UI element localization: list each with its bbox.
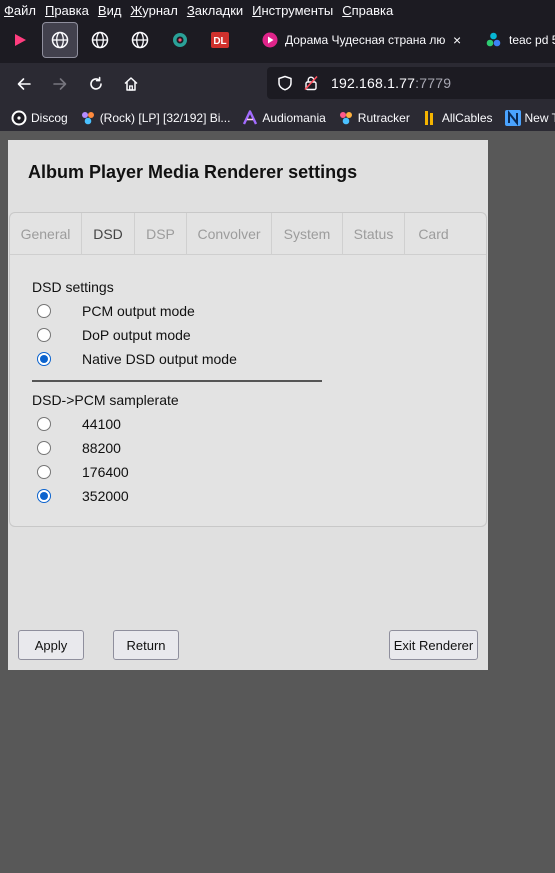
radio-samplerate-352000[interactable]: 352000 (37, 486, 129, 506)
bookmark-discog[interactable]: Discog (11, 110, 68, 126)
menu-tools[interactable]: Инструменты (252, 3, 333, 18)
home-icon (124, 77, 138, 91)
tab-system[interactable]: System (272, 213, 343, 255)
url-text: 192.168.1.77:7779 (331, 75, 452, 91)
bookmark-allcables[interactable]: AllCables (422, 110, 493, 126)
menu-bookmarks[interactable]: Закладки (187, 3, 243, 18)
tab-general[interactable]: General (10, 213, 82, 255)
url-bar[interactable]: 192.168.1.77:7779 (267, 67, 555, 99)
pinned-tab-dl[interactable]: DL (202, 22, 238, 58)
tab-bar: DL Дорама Чудесная страна люб × teac pd … (0, 21, 555, 63)
radio-pcm-output[interactable]: PCM output mode (37, 301, 195, 321)
tab-card[interactable]: Card (405, 213, 462, 255)
arrow-left-icon (17, 78, 31, 90)
bookmark-new[interactable]: New Te (504, 109, 555, 126)
pinned-tab-active[interactable] (42, 22, 78, 58)
return-button[interactable]: Return (113, 630, 179, 660)
back-button[interactable] (9, 69, 39, 99)
nav-bar: 192.168.1.77:7779 (0, 63, 555, 104)
close-icon[interactable]: × (453, 32, 461, 48)
radio-button[interactable] (37, 328, 51, 342)
tab-convolver[interactable]: Convolver (187, 213, 272, 255)
menu-bar: Файл Правка Вид Журнал Закладки Инструме… (0, 0, 555, 21)
site-logo-icon (173, 33, 187, 47)
exit-renderer-button[interactable]: Exit Renderer (389, 630, 478, 660)
radio-samplerate-44100[interactable]: 44100 (37, 414, 121, 434)
radio-button[interactable] (37, 304, 51, 318)
play-icon (15, 34, 26, 46)
radio-button[interactable] (37, 441, 51, 455)
radio-button[interactable] (37, 417, 51, 431)
tab-teac[interactable]: teac pd 5 (486, 23, 555, 57)
bookmark-audiomania[interactable]: Audiomania (242, 109, 326, 126)
apply-button[interactable]: Apply (18, 630, 84, 660)
reload-icon (90, 76, 102, 90)
bookmark-rock-lp[interactable]: (Rock) [LP] [32/192] Bi... (80, 110, 230, 126)
page-title: Album Player Media Renderer settings (28, 162, 358, 182)
tabs-container: General DSD DSP Convolver System Status … (9, 212, 487, 527)
bookmarks-toolbar: Discog (Rock) [LP] [32/192] Bi... Audiom… (0, 104, 555, 131)
pinned-tab-site[interactable] (162, 22, 198, 58)
svg-text:DL: DL (213, 36, 226, 47)
rutracker-icon (81, 111, 94, 124)
tab-dorama[interactable]: Дорама Чудесная страна люб × (262, 23, 466, 57)
menu-edit[interactable]: Правка (45, 3, 89, 18)
dsd-settings-label: DSD settings (32, 279, 114, 295)
menu-history[interactable]: Журнал (130, 3, 177, 18)
radio-button[interactable] (37, 465, 51, 479)
vinyl-icon (11, 110, 27, 125)
radio-button-checked[interactable] (37, 352, 51, 366)
radio-samplerate-88200[interactable]: 88200 (37, 438, 121, 458)
tab-status[interactable]: Status (343, 213, 405, 255)
radio-native-dsd-output[interactable]: Native DSD output mode (37, 349, 237, 369)
dots-logo-icon (486, 32, 501, 47)
dl-logo-icon: DL (211, 32, 229, 48)
rutracker-icon (339, 111, 352, 124)
home-button[interactable] (116, 69, 146, 99)
insecure-lock-icon (304, 75, 318, 91)
forward-button[interactable] (45, 69, 75, 99)
arrow-right-icon (53, 78, 67, 90)
menu-help[interactable]: Справка (342, 3, 393, 18)
settings-panel: Album Player Media Renderer settings Gen… (8, 140, 488, 670)
tab-title: teac pd 5 (509, 33, 555, 47)
section-divider (32, 380, 322, 382)
menu-file[interactable]: Файл (4, 3, 36, 18)
tab-dsp[interactable]: DSP (135, 213, 187, 255)
globe-icon (91, 31, 109, 49)
menu-view[interactable]: Вид (98, 3, 122, 18)
tab-title: Дорама Чудесная страна люб (285, 33, 445, 47)
reload-button[interactable] (81, 69, 111, 99)
tab-dsd[interactable]: DSD (82, 213, 135, 255)
radio-samplerate-176400[interactable]: 176400 (37, 462, 129, 482)
pinned-tab-globe-3[interactable] (122, 22, 158, 58)
globe-icon (131, 31, 149, 49)
audiomania-icon (243, 109, 258, 125)
tab-strip: General DSD DSP Convolver System Status … (10, 213, 486, 255)
globe-icon (51, 31, 69, 49)
n-icon (504, 109, 521, 126)
radio-dop-output[interactable]: DoP output mode (37, 325, 191, 345)
radio-button-checked[interactable] (37, 489, 51, 503)
play-circle-icon (262, 32, 278, 48)
pinned-tab-play[interactable] (2, 22, 38, 58)
shield-icon (278, 75, 292, 91)
bookmark-rutracker[interactable]: Rutracker (338, 110, 410, 126)
samplerate-label: DSD->PCM samplerate (32, 392, 179, 408)
pinned-tab-globe-2[interactable] (82, 22, 118, 58)
allcables-icon (424, 110, 433, 125)
